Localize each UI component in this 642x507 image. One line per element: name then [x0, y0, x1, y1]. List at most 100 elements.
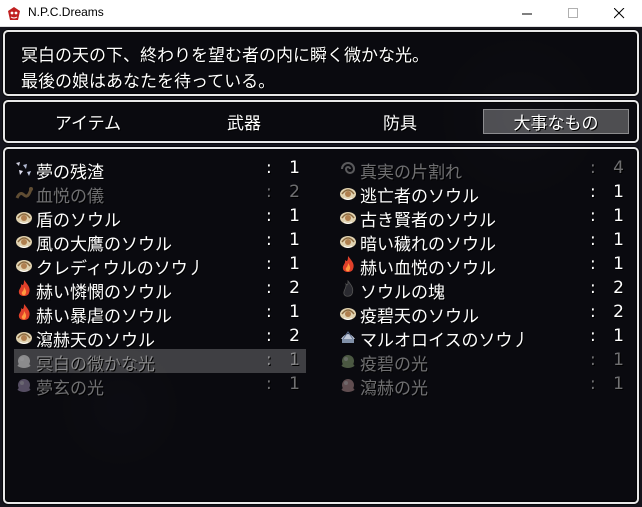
help-window: 冥白の天の下、終わりを望む者の内に瞬く微かな光。 最後の娘はあなたを待っている。	[3, 30, 639, 96]
list-item[interactable]: 赫い血悦のソウル:1	[338, 253, 630, 279]
list-item[interactable]: 疫碧天のソウル:2	[338, 301, 630, 327]
item-name: マルオロイスのソウ丿	[360, 331, 530, 351]
item-count-separator: :	[266, 278, 272, 298]
list-item[interactable]: 逃亡者のソウル:1	[338, 181, 630, 207]
item-count: 2	[289, 326, 300, 346]
item-count: 1	[613, 230, 624, 250]
item-count: 1	[289, 158, 300, 178]
item-list-window: 夢の残渣:1 真実の片割れ:4 血悦の儀:2 逃亡者のソウル:1 盾のソウル:1 古き賢者…	[3, 147, 639, 504]
game-screen: 冥白の天の下、終わりを望む者の内に瞬く微かな光。 最後の娘はあなたを待っている。…	[0, 27, 642, 507]
list-item[interactable]: 瀉赫の光:1	[338, 373, 630, 399]
item-count-separator: :	[266, 182, 272, 202]
item-name: 盾のソウル	[36, 211, 121, 231]
item-count-separator: :	[590, 158, 596, 178]
close-button[interactable]	[596, 0, 642, 27]
title-bar: N.P.C.Dreams	[0, 0, 642, 27]
item-name: 暗い穢れのソウル	[360, 235, 496, 255]
item-count-separator: :	[590, 182, 596, 202]
list-item[interactable]: クレディウルのソウ丿:1	[14, 253, 306, 279]
soul-icon	[338, 207, 358, 227]
soul-icon	[338, 303, 358, 323]
item-count-separator: :	[266, 206, 272, 226]
list-item[interactable]: 夢の残渣:1	[14, 157, 306, 183]
item-count-separator: :	[590, 326, 596, 346]
close-icon	[613, 8, 624, 19]
shell-icon	[338, 327, 358, 347]
list-item[interactable]: 盾のソウル:1	[14, 205, 306, 231]
list-item[interactable]: 風の大鷹のソウル:1	[14, 229, 306, 255]
list-item[interactable]: ソウルの塊:2	[338, 277, 630, 303]
item-name: ソウルの塊	[360, 283, 445, 303]
minimize-button[interactable]	[504, 0, 550, 27]
category-window: アイテム 武器 防具 大事なもの	[3, 100, 639, 143]
item-name: 風の大鷹のソウル	[36, 235, 172, 255]
item-count: 1	[289, 206, 300, 226]
item-count: 1	[613, 374, 624, 394]
list-item[interactable]: 疫碧の光:1	[338, 349, 630, 375]
flame-icon	[14, 303, 34, 323]
item-count: 2	[613, 278, 624, 298]
item-count-separator: :	[590, 350, 596, 370]
item-count: 1	[289, 302, 300, 322]
item-count-separator: :	[266, 230, 272, 250]
soul-icon	[338, 231, 358, 251]
item-name: 逃亡者のソウル	[360, 187, 479, 207]
red-light-icon	[338, 375, 358, 395]
item-name: 夢の残渣	[36, 163, 104, 183]
item-count: 2	[613, 302, 624, 322]
item-name: 疫碧の光	[360, 355, 428, 375]
item-count-separator: :	[266, 350, 272, 370]
window-title: N.P.C.Dreams	[28, 5, 104, 19]
soul-icon	[14, 255, 34, 275]
tab-key-items[interactable]: 大事なもの	[483, 109, 629, 134]
item-count: 1	[613, 182, 624, 202]
item-count: 1	[289, 254, 300, 274]
item-count-separator: :	[590, 302, 596, 322]
soul-icon	[14, 207, 34, 227]
tab-items[interactable]: アイテム	[15, 109, 161, 134]
dark-flame-icon	[338, 279, 358, 299]
fragments-icon	[14, 159, 34, 179]
item-name: 赫い憐憫のソウル	[36, 283, 172, 303]
tab-weapons[interactable]: 武器	[171, 109, 317, 134]
help-text-line-2: 最後の娘はあなたを待っている。	[21, 72, 276, 92]
item-name: 古き賢者のソウル	[360, 211, 496, 231]
item-name: 赫い血悦のソウル	[360, 259, 496, 279]
flame-icon	[14, 279, 34, 299]
serpent-icon	[14, 183, 34, 203]
list-item[interactable]: 瀉赫天のソウル:2	[14, 325, 306, 351]
tab-armor[interactable]: 防具	[327, 109, 473, 134]
swirl-icon	[338, 159, 358, 179]
item-name: クレディウルのソウ丿	[36, 259, 205, 279]
minimize-icon	[521, 13, 532, 15]
list-item[interactable]: 冥白の微かな光:1	[14, 349, 306, 375]
item-count-separator: :	[590, 374, 596, 394]
item-count: 1	[613, 254, 624, 274]
list-item[interactable]: マルオロイスのソウ丿:1	[338, 325, 630, 351]
item-count-separator: :	[266, 302, 272, 322]
list-item[interactable]: 赫い暴虐のソウル:1	[14, 301, 306, 327]
list-item[interactable]: 真実の片割れ:4	[338, 157, 630, 183]
soul-icon	[14, 231, 34, 251]
list-item[interactable]: 血悦の儀:2	[14, 181, 306, 207]
item-count-separator: :	[266, 158, 272, 178]
item-name: 冥白の微かな光	[36, 355, 155, 375]
list-item[interactable]: 夢玄の光:1	[14, 373, 306, 399]
item-count: 2	[289, 182, 300, 202]
list-item[interactable]: 暗い穢れのソウル:1	[338, 229, 630, 255]
green-light-icon	[338, 351, 358, 371]
item-count: 1	[613, 326, 624, 346]
item-count: 1	[289, 350, 300, 370]
list-item[interactable]: 古き賢者のソウル:1	[338, 205, 630, 231]
item-count: 2	[289, 278, 300, 298]
item-name: 赫い暴虐のソウル	[36, 307, 172, 327]
item-name: 夢玄の光	[36, 379, 104, 399]
item-count-separator: :	[266, 326, 272, 346]
app-logo-icon	[8, 7, 20, 20]
item-count-separator: :	[266, 254, 272, 274]
item-count-separator: :	[590, 254, 596, 274]
list-item[interactable]: 赫い憐憫のソウル:2	[14, 277, 306, 303]
maximize-button[interactable]	[550, 0, 596, 27]
item-count: 1	[613, 206, 624, 226]
item-count-separator: :	[590, 230, 596, 250]
